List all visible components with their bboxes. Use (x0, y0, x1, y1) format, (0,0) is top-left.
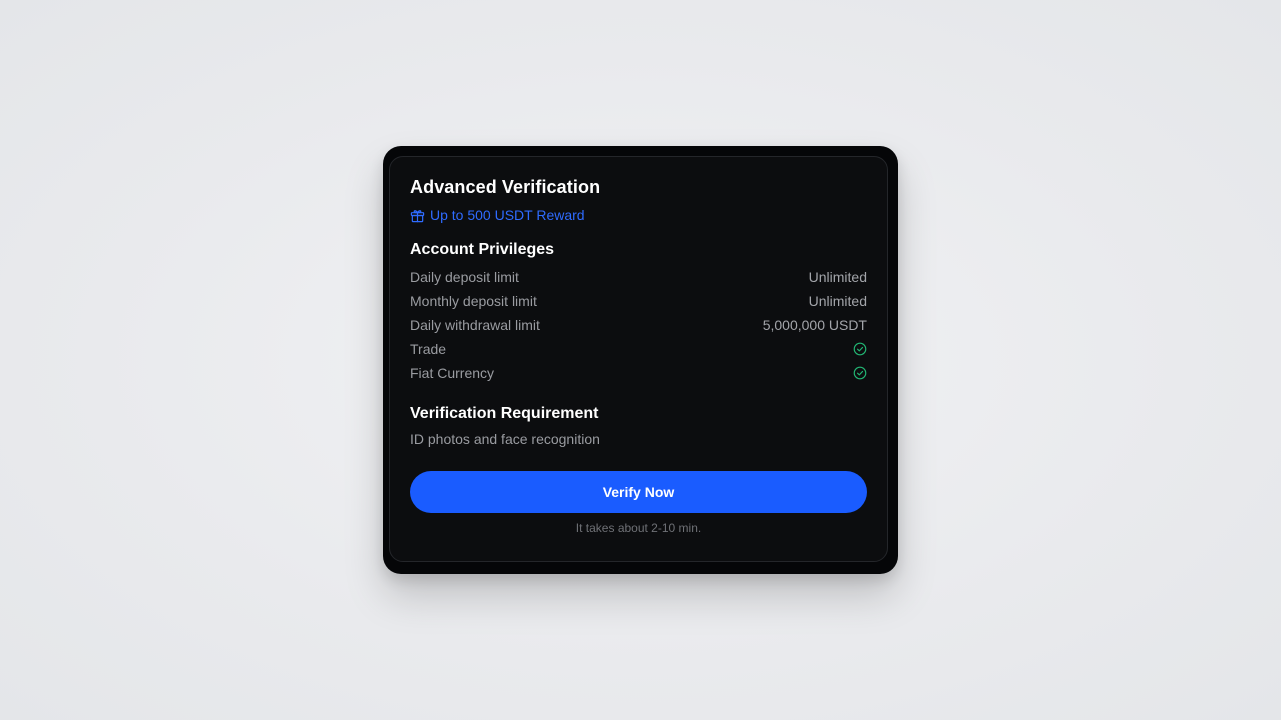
privilege-row-trade: Trade (410, 337, 867, 361)
time-estimate-note: It takes about 2-10 min. (575, 521, 702, 535)
privileges-title: Account Privileges (410, 241, 555, 258)
check-circle-icon (853, 366, 867, 380)
privilege-row-daily-withdrawal: Daily withdrawal limit 5,000,000 USDT (410, 313, 867, 337)
privilege-value: Unlimited (808, 269, 867, 285)
verify-now-button[interactable]: Verify Now (410, 471, 867, 513)
gift-icon (410, 209, 425, 222)
requirement-title: Verification Requirement (410, 405, 599, 422)
privilege-label: Monthly deposit limit (410, 293, 537, 309)
privilege-value: Unlimited (808, 293, 867, 309)
reward-text: Up to 500 USDT Reward (430, 207, 585, 223)
privilege-row-daily-deposit: Daily deposit limit Unlimited (410, 265, 867, 289)
privilege-label: Daily withdrawal limit (410, 317, 540, 333)
privileges-list: Daily deposit limit Unlimited Monthly de… (410, 265, 867, 385)
verification-card: Advanced Verification Up to 500 USDT Rew… (383, 146, 898, 574)
privilege-label: Fiat Currency (410, 365, 495, 381)
privilege-label: Daily deposit limit (410, 269, 519, 285)
privilege-value: 5,000,000 USDT (762, 317, 867, 333)
check-circle-icon (853, 342, 867, 356)
privilege-row-monthly-deposit: Monthly deposit limit Unlimited (410, 289, 867, 313)
privilege-row-fiat-currency: Fiat Currency (410, 361, 867, 385)
verification-card-panel: Advanced Verification Up to 500 USDT Rew… (389, 156, 888, 562)
privilege-label: Trade (410, 341, 447, 357)
requirement-text: ID photos and face recognition (410, 431, 600, 447)
reward-badge: Up to 500 USDT Reward (410, 207, 585, 223)
card-title: Advanced Verification (410, 177, 601, 197)
